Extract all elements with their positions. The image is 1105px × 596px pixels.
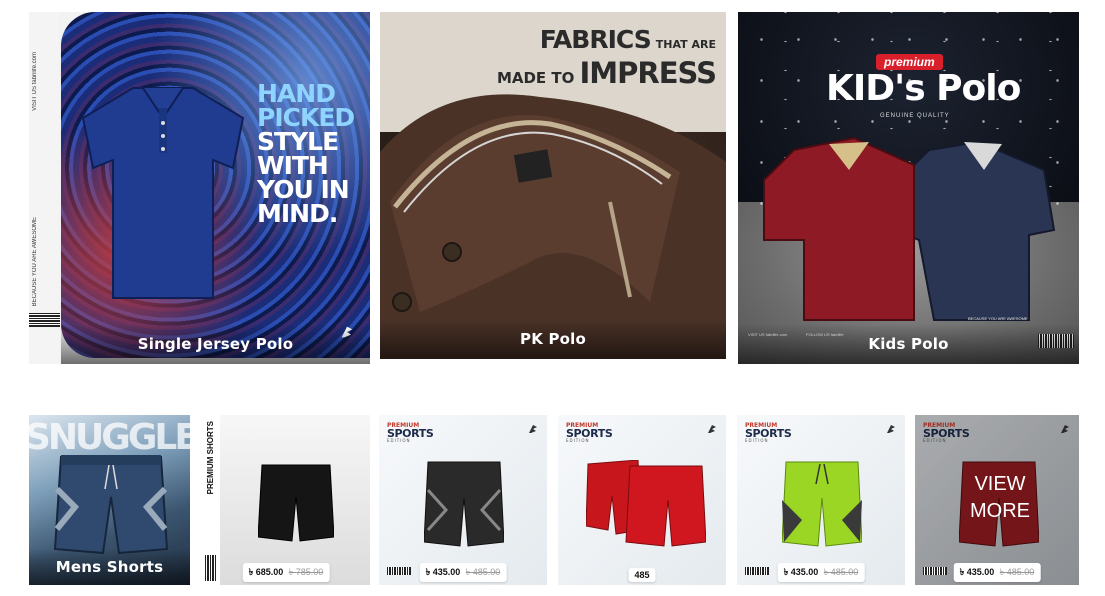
price-tag: ৳ 685.00 ৳ 785.00 xyxy=(242,563,330,582)
headline-that-are: THAT ARE xyxy=(655,38,716,51)
category-tile-mens-shorts[interactable]: SNUGGLE Mens Shorts xyxy=(29,415,190,585)
category-tile-single-jersey-polo[interactable]: VISIT US fabrilife.com BECAUSE YOU ARE A… xyxy=(29,12,370,364)
kids-polo-title: KID's Polo xyxy=(826,68,1021,109)
shorts-shape xyxy=(258,464,334,542)
product-image xyxy=(424,461,504,547)
premium-shorts-label: PREMIUM SHORTS xyxy=(206,421,215,495)
price-tag: ৳ 435.00 ৳ 485.00 xyxy=(953,563,1041,582)
brand-logo-icon xyxy=(708,425,716,433)
premium-sports-logo: PREMIUM SPORTS EDITION xyxy=(387,423,434,444)
product-image xyxy=(258,464,334,542)
kids-polo-subtitle: GENUINE QUALITY xyxy=(880,113,950,119)
price-current: ৳ 435.00 xyxy=(425,567,461,577)
brand-logo-icon xyxy=(887,425,895,433)
category-label: Kids Polo xyxy=(738,324,1079,364)
price-current: ৳ 435.00 xyxy=(959,567,995,577)
category-tile-pk-polo[interactable]: FABRICS THAT ARE MADE TO IMPRESS PK Polo xyxy=(380,12,726,359)
view-more-line-1: VIEW xyxy=(974,473,1026,495)
side-text-visit: VISIT US fabrilife.com xyxy=(32,52,38,111)
barcode xyxy=(29,313,60,327)
view-more-card[interactable]: PREMIUM SPORTS EDITION VIEW MORE ৳ 435.0… xyxy=(915,415,1079,585)
price-current: ৳ 435.00 xyxy=(783,567,819,577)
category-label: Single Jersey Polo xyxy=(61,324,370,364)
footer-awesome: BECAUSE YOU ARE AWESOME xyxy=(968,316,1028,321)
price-tag: ৳ 435.00 ৳ 485.00 xyxy=(419,563,507,582)
kids-polo-shirts-image xyxy=(763,136,1056,321)
headline: FABRICS THAT ARE MADE TO IMPRESS xyxy=(496,25,717,92)
barcode xyxy=(387,567,411,575)
product-image xyxy=(586,460,706,547)
price-old: ৳ 485.00 xyxy=(465,567,501,577)
price-current: 485 xyxy=(634,570,650,580)
price-old: ৳ 485.00 xyxy=(999,567,1035,577)
headline-fabrics: FABRICS xyxy=(539,25,652,54)
price-tag: 485 xyxy=(628,568,656,582)
price-current: ৳ 685.00 xyxy=(248,567,284,577)
view-more-label[interactable]: VIEW MORE xyxy=(915,471,1079,525)
headline-impress: IMPRESS xyxy=(579,56,717,90)
side-text-awesome: BECAUSE YOU ARE AWESOME xyxy=(32,217,38,307)
barcode xyxy=(923,567,947,575)
price-old: ৳ 785.00 xyxy=(288,567,324,577)
category-label: Mens Shorts xyxy=(29,549,190,585)
category-label: PK Polo xyxy=(380,319,726,359)
product-card[interactable]: PREMIUM SPORTS EDITION ৳ 435.00 ৳ 485.00 xyxy=(737,415,905,585)
view-more-line-2: MORE xyxy=(970,500,1030,522)
art-panel: HAND PICKED STYLE WITH YOU IN MIND. xyxy=(61,12,370,358)
category-tile-kids-polo[interactable]: premium KID's Polo GENUINE QUALITY VISIT… xyxy=(738,12,1079,364)
navy-shorts-image xyxy=(53,455,169,555)
brand-logo-icon xyxy=(529,425,537,433)
product-card[interactable]: PREMIUM SPORTS EDITION ৳ 435.00 ৳ 485.00 xyxy=(379,415,547,585)
product-image xyxy=(782,461,862,547)
edition-text: EDITION xyxy=(566,438,590,444)
edition-text: EDITION xyxy=(745,438,769,444)
barcode xyxy=(745,567,769,575)
product-card[interactable]: PREMIUM SHORTS ৳ 685.00 ৳ 785.00 xyxy=(202,415,370,585)
headline-line-6: MIND. xyxy=(257,199,338,228)
barcode xyxy=(205,555,217,581)
price-old: ৳ 485.00 xyxy=(823,567,859,577)
premium-sports-logo: PREMIUM SPORTS EDITION xyxy=(745,423,792,444)
product-card[interactable]: PREMIUM SPORTS EDITION 485 xyxy=(558,415,726,585)
premium-sports-logo: PREMIUM SPORTS EDITION xyxy=(566,423,613,444)
edition-text: EDITION xyxy=(387,438,411,444)
headline: HAND PICKED STYLE WITH YOU IN MIND. xyxy=(257,81,355,228)
headline-made-to: MADE TO xyxy=(496,69,575,87)
polo-shirt-image xyxy=(81,87,245,299)
price-tag: ৳ 435.00 ৳ 485.00 xyxy=(777,563,865,582)
